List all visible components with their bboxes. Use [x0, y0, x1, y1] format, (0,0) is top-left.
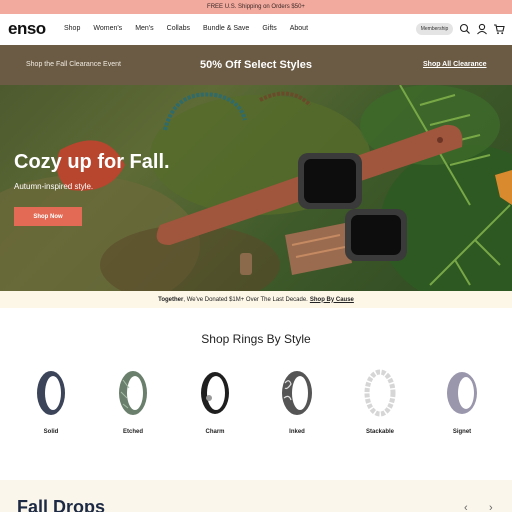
nav-link-bundle[interactable]: Bundle & Save: [203, 25, 249, 32]
fall-drops-title: Fall Drops: [17, 497, 106, 512]
nav-link-collabs[interactable]: Collabs: [167, 25, 190, 32]
shop-all-clearance-link[interactable]: Shop All Clearance: [423, 61, 487, 68]
ring-category-stackable[interactable]: Stackable: [350, 368, 410, 440]
charm-ring-image: [201, 372, 229, 414]
ring-label-inked: Inked: [289, 429, 305, 435]
ring-category-charm[interactable]: Charm: [185, 368, 245, 440]
rings-section-title: Shop Rings By Style: [201, 332, 311, 346]
ring-category-etched[interactable]: Etched: [103, 368, 163, 440]
main-nav: enso Shop Women's Men's Collabs Bundle &…: [0, 14, 512, 45]
stackable-ring-image: [364, 369, 396, 417]
cause-text: , We've Donated $1M+ Over The Last Decad…: [183, 296, 308, 303]
nav-link-about[interactable]: About: [290, 25, 308, 32]
nav-link-gifts[interactable]: Gifts: [262, 25, 276, 32]
shop-now-button[interactable]: Shop Now: [14, 207, 82, 226]
hero-banner: Cozy up for Fall. Autumn-inspired style.…: [0, 85, 512, 291]
logo[interactable]: enso: [8, 19, 46, 39]
search-icon[interactable]: [459, 23, 471, 35]
nav-link-shop[interactable]: Shop: [64, 25, 80, 32]
ring-category-signet[interactable]: Signet: [432, 368, 492, 440]
chevron-left-icon[interactable]: ‹: [464, 502, 468, 512]
announcement-text: FREE U.S. Shipping on Orders $50+: [207, 4, 305, 10]
ring-label-stackable: Stackable: [365, 429, 395, 435]
promo-banner: Shop the Fall Clearance Event 50% Off Se…: [0, 45, 512, 85]
nav-links: Shop Women's Men's Collabs Bundle & Save…: [64, 25, 321, 32]
announcement-bar: FREE U.S. Shipping on Orders $50+: [0, 0, 512, 14]
cart-icon[interactable]: [493, 23, 505, 35]
membership-button[interactable]: Membership: [416, 23, 453, 35]
inked-ring-image: [282, 371, 312, 415]
signet-ring-image: [447, 372, 477, 414]
solid-ring-image: [37, 371, 65, 415]
nav-link-womens[interactable]: Women's: [93, 25, 122, 32]
ring-category-solid[interactable]: Solid: [21, 368, 81, 440]
ring-label-etched: Etched: [122, 429, 143, 435]
hero-title: Cozy up for Fall.: [14, 151, 170, 173]
etched-ring-image: [119, 371, 147, 415]
chevron-right-icon[interactable]: ›: [489, 502, 493, 512]
fall-drops-section: Fall Drops ‹ ›: [0, 480, 512, 512]
ring-category-inked[interactable]: Inked: [267, 368, 327, 440]
ring-label-solid: Solid: [43, 429, 59, 435]
nav-link-mens[interactable]: Men's: [135, 25, 153, 32]
hero-subtitle: Autumn-inspired style.: [14, 182, 94, 191]
shop-by-cause-link[interactable]: Shop By Cause: [310, 297, 354, 303]
cause-bold: Together: [158, 296, 184, 303]
ring-label-charm: Charm: [205, 429, 225, 435]
user-icon[interactable]: [476, 23, 488, 35]
cause-bar: Together , We've Donated $1M+ Over The L…: [0, 291, 512, 308]
ring-label-signet: Signet: [452, 429, 472, 435]
